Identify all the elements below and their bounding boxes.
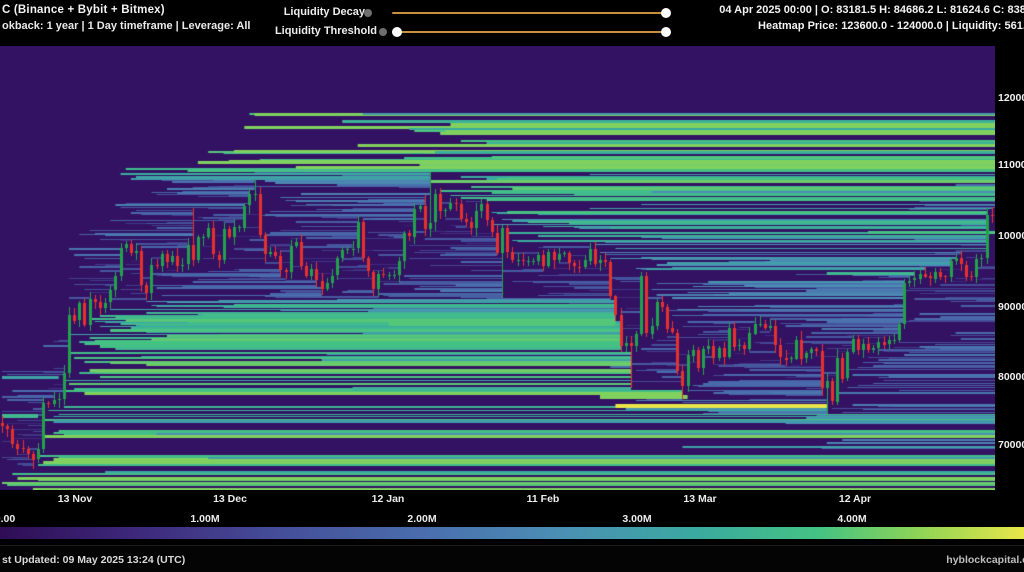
slider-label: Liquidity Threshold (275, 25, 377, 37)
colorbar-tick-label: 1.00M (190, 513, 219, 525)
date-axis: 13 Nov 13 Dec 12 Jan 11 Feb 13 Mar 12 Apr (0, 490, 1024, 508)
colorbar-tick-label: 2.00M (407, 513, 436, 525)
slider-handle[interactable] (661, 8, 671, 18)
ohlc-readout-block: 04 Apr 2025 00:00 | O: 83181.5 H: 84686.… (719, 4, 1024, 32)
date-tick-label: 12 Apr (839, 493, 871, 505)
slider-handle[interactable] (661, 27, 671, 37)
heatmap-price-readout: Heatmap Price: 123600.0 - 124000.0 | Liq… (719, 20, 1024, 32)
slider-track[interactable] (392, 12, 667, 14)
price-tick-label: 70000 (998, 439, 1024, 451)
date-tick-label: 13 Nov (58, 493, 92, 505)
price-tick-label: 100000 (998, 230, 1024, 242)
slider-label: Liquidity Decay (284, 6, 365, 18)
colorbar-tick-label: 4.00M (837, 513, 866, 525)
last-updated-label: st Updated: 09 May 2025 13:24 (UTC) (2, 554, 185, 566)
date-tick-label: 11 Feb (527, 493, 560, 505)
colorbar-tick-label: 0.00 (0, 513, 15, 525)
price-tick-label: 90000 (998, 301, 1024, 313)
app-window: C (Binance + Bybit + Bitmex) okback: 1 y… (0, 0, 1024, 572)
price-axis: 120000 110000 100000 90000 80000 70000 (995, 46, 1024, 490)
price-tick-label: 120000 (998, 92, 1024, 104)
liquidation-heatmap-canvas[interactable] (0, 46, 995, 490)
slider-handle[interactable] (392, 27, 402, 37)
footer-bar: st Updated: 09 May 2025 13:24 (UTC) hybl… (0, 545, 1024, 572)
brand-label: hyblockcapital.c (946, 554, 1024, 566)
price-tick-label: 80000 (998, 371, 1024, 383)
date-tick-label: 12 Jan (372, 493, 405, 505)
date-tick-label: 13 Mar (683, 493, 716, 505)
date-tick-label: 13 Dec (213, 493, 247, 505)
ohlc-readout: 04 Apr 2025 00:00 | O: 83181.5 H: 84686.… (719, 4, 1024, 16)
price-tick-label: 110000 (998, 159, 1024, 171)
info-icon[interactable] (379, 28, 387, 36)
slider-track[interactable] (392, 31, 667, 33)
top-bar: C (Binance + Bybit + Bitmex) okback: 1 y… (0, 0, 1024, 46)
info-icon[interactable] (364, 9, 372, 17)
colorbar-tick-label: 3.00M (622, 513, 651, 525)
liquidity-colorbar (0, 527, 1024, 539)
colorbar-scale-labels: 0.00 1.00M 2.00M 3.00M 4.00M (0, 510, 1024, 527)
chart-area: 120000 110000 100000 90000 80000 70000 (0, 46, 1024, 490)
